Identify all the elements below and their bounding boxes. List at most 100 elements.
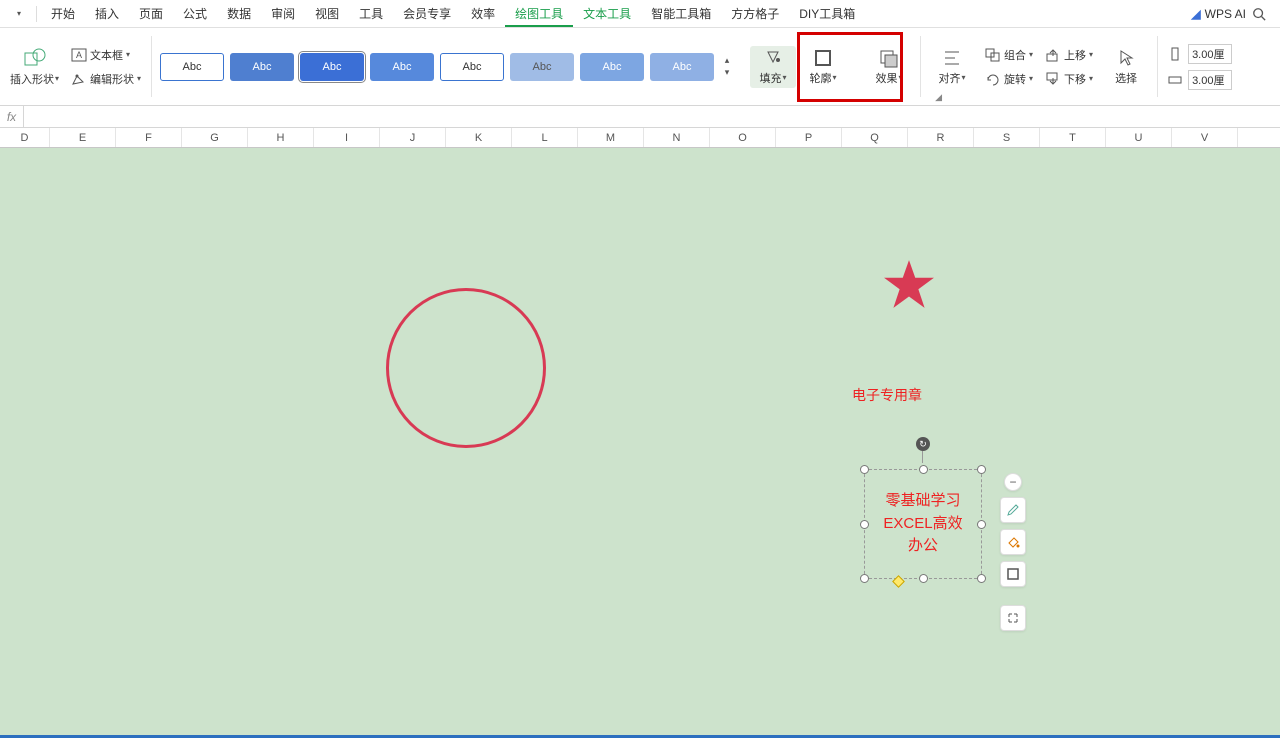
- tab-tools[interactable]: 工具: [349, 0, 393, 27]
- col-header[interactable]: S: [974, 128, 1040, 147]
- shape-style-1[interactable]: Abc: [160, 53, 224, 81]
- rotate-icon: [985, 71, 1001, 87]
- ribbon-dialog-launcher[interactable]: ◢: [935, 92, 942, 103]
- col-header[interactable]: T: [1040, 128, 1106, 147]
- resize-handle[interactable]: [860, 520, 869, 529]
- tab-review[interactable]: 审阅: [261, 0, 305, 27]
- shape-style-8[interactable]: Abc: [650, 53, 714, 81]
- shape-style-5[interactable]: Abc: [440, 53, 504, 81]
- effect-button[interactable]: 效果▾: [866, 46, 912, 88]
- resize-handle[interactable]: [977, 465, 986, 474]
- resize-handle[interactable]: [977, 520, 986, 529]
- shape-style-3[interactable]: Abc: [300, 53, 364, 81]
- tab-ffgz[interactable]: 方方格子: [721, 0, 789, 27]
- shape-style-4[interactable]: Abc: [370, 53, 434, 81]
- column-headers: D E F G H I J K L M N O P Q R S T U V: [0, 128, 1280, 148]
- fx-icon[interactable]: fx: [0, 106, 24, 127]
- stamp-label-text[interactable]: 电子专用章: [852, 385, 922, 405]
- edit-shape-button[interactable]: 编辑形状▾: [69, 70, 143, 88]
- wps-ai-icon: ◢: [1191, 7, 1200, 21]
- resize-handle[interactable]: [919, 465, 928, 474]
- tab-vip[interactable]: 会员专享: [393, 0, 461, 27]
- edit-icon[interactable]: [1000, 497, 1026, 523]
- tab-data[interactable]: 数据: [217, 0, 261, 27]
- height-input[interactable]: 3.00厘: [1188, 44, 1232, 64]
- tab-efficiency[interactable]: 效率: [461, 0, 505, 27]
- shape-styles-gallery: Abc Abc Abc Abc Abc Abc Abc Abc ▴▾: [160, 53, 734, 81]
- formula-bar: fx: [0, 106, 1280, 128]
- move-up-button[interactable]: 上移▾: [1043, 46, 1095, 64]
- floating-toolbar: −: [1000, 473, 1026, 631]
- outline-button[interactable]: 轮廓▾: [800, 46, 846, 88]
- shape-styles-more[interactable]: ▴▾: [720, 55, 734, 78]
- resize-handle[interactable]: [860, 574, 869, 583]
- tab-start[interactable]: 开始: [41, 0, 85, 27]
- shape-style-6[interactable]: Abc: [510, 53, 574, 81]
- wps-ai-label: WPS AI: [1205, 7, 1246, 21]
- col-header[interactable]: V: [1172, 128, 1238, 147]
- tab-insert[interactable]: 插入: [85, 0, 129, 27]
- rotate-button[interactable]: 旋转▾: [983, 70, 1035, 88]
- textbox-content[interactable]: 零基础学习 EXCEL高效 办公: [870, 475, 976, 573]
- col-header[interactable]: K: [446, 128, 512, 147]
- textbox-button[interactable]: A 文本框▾: [69, 46, 143, 64]
- tab-formula[interactable]: 公式: [173, 0, 217, 27]
- select-button[interactable]: 选择: [1103, 46, 1149, 88]
- search-icon[interactable]: [1252, 7, 1280, 21]
- tab-drawing-tools[interactable]: 绘图工具: [505, 0, 573, 27]
- tab-diy-toolbox[interactable]: DIY工具箱: [789, 0, 865, 27]
- fill-button[interactable]: 填充▾: [750, 46, 796, 88]
- align-icon: [941, 48, 963, 68]
- shapes-icon: [23, 47, 47, 69]
- col-header[interactable]: Q: [842, 128, 908, 147]
- wps-ai-button[interactable]: ◢ WPS AI: [1185, 7, 1252, 21]
- col-header[interactable]: J: [380, 128, 446, 147]
- spreadsheet-canvas[interactable]: 电子专用章 ↻ 零基础学习 EXCEL高效 办公 −: [0, 148, 1280, 738]
- svg-text:A: A: [76, 50, 82, 60]
- resize-handle[interactable]: [919, 574, 928, 583]
- move-down-icon: [1045, 71, 1061, 87]
- col-header[interactable]: P: [776, 128, 842, 147]
- col-header[interactable]: H: [248, 128, 314, 147]
- edit-shape-icon: [71, 71, 87, 87]
- col-header[interactable]: G: [182, 128, 248, 147]
- formula-input[interactable]: [24, 106, 1280, 127]
- align-button[interactable]: 对齐▾: [929, 46, 975, 88]
- tab-page[interactable]: 页面: [129, 0, 173, 27]
- col-header[interactable]: O: [710, 128, 776, 147]
- tab-text-tools[interactable]: 文本工具: [573, 0, 641, 27]
- tab-smart-toolbox[interactable]: 智能工具箱: [641, 0, 721, 27]
- shape-style-2[interactable]: Abc: [230, 53, 294, 81]
- insert-shape-button[interactable]: 插入形状▾: [8, 45, 61, 89]
- col-header[interactable]: I: [314, 128, 380, 147]
- tab-view[interactable]: 视图: [305, 0, 349, 27]
- width-input[interactable]: 3.00厘: [1188, 70, 1232, 90]
- group-icon: [985, 47, 1001, 63]
- fill-icon: [762, 48, 784, 68]
- col-header[interactable]: L: [512, 128, 578, 147]
- resize-handle[interactable]: [860, 465, 869, 474]
- more-tools-icon[interactable]: [1000, 605, 1026, 631]
- col-header[interactable]: D: [0, 128, 50, 147]
- group-button[interactable]: 组合▾: [983, 46, 1035, 64]
- fill-tool-icon[interactable]: [1000, 529, 1026, 555]
- width-icon: [1166, 72, 1184, 88]
- collapse-icon[interactable]: −: [1004, 473, 1022, 491]
- col-header[interactable]: R: [908, 128, 974, 147]
- selected-textbox[interactable]: ↻ 零基础学习 EXCEL高效 办公: [858, 463, 988, 585]
- col-header[interactable]: U: [1106, 128, 1172, 147]
- col-header[interactable]: N: [644, 128, 710, 147]
- move-down-button[interactable]: 下移▾: [1043, 70, 1095, 88]
- shape-style-7[interactable]: Abc: [580, 53, 644, 81]
- outline-tool-icon[interactable]: [1000, 561, 1026, 587]
- col-header[interactable]: E: [50, 128, 116, 147]
- app-menu-dropdown[interactable]: ▾: [6, 9, 32, 18]
- resize-handle[interactable]: [977, 574, 986, 583]
- select-icon: [1115, 48, 1137, 68]
- ribbon: 插入形状▾ A 文本框▾ 编辑形状▾ Abc Abc Abc Abc Abc A…: [0, 28, 1280, 106]
- shape-circle[interactable]: [386, 288, 546, 448]
- shape-star[interactable]: [883, 258, 935, 310]
- col-header[interactable]: F: [116, 128, 182, 147]
- rotation-handle[interactable]: ↻: [916, 437, 930, 451]
- col-header[interactable]: M: [578, 128, 644, 147]
